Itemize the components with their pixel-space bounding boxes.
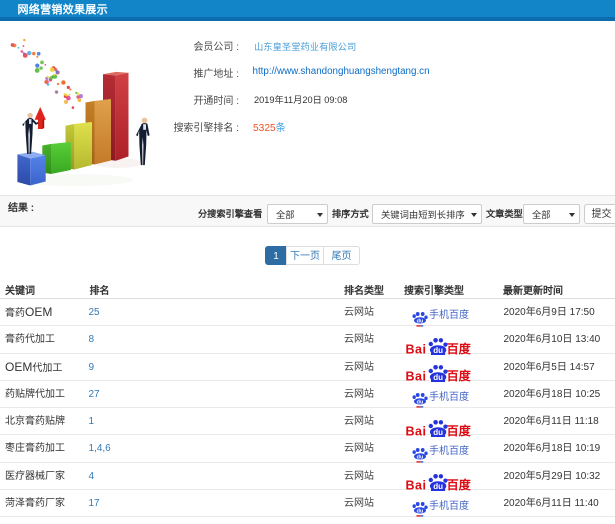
svg-text:du: du [417,400,424,406]
svg-text:du: du [417,509,424,515]
svg-text:du: du [417,454,424,460]
svg-text:du: du [417,318,424,324]
